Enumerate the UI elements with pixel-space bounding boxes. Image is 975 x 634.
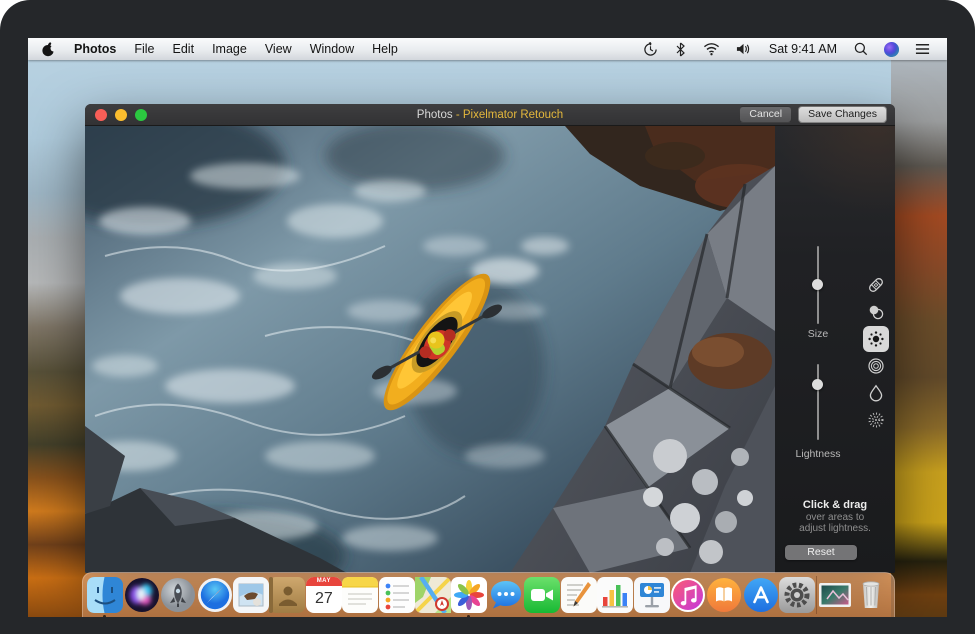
photo-canvas[interactable]	[85, 126, 775, 573]
menu-item-edit[interactable]: Edit	[164, 38, 204, 60]
lightness-slider-track[interactable]	[817, 364, 819, 440]
lightness-label: Lightness	[783, 448, 853, 460]
spotlight-search-icon[interactable]	[847, 38, 875, 60]
finder-running-indicator	[103, 615, 106, 617]
dock-contacts-icon[interactable]	[269, 577, 305, 613]
wallpaper-right	[891, 60, 947, 617]
dock-pages-icon[interactable]	[561, 577, 597, 613]
window-title-extension: - Pixelmator Retouch	[456, 109, 563, 121]
dock-calendar-icon[interactable]: MAY 27	[306, 577, 342, 613]
menu-item-image[interactable]: Image	[203, 38, 256, 60]
dock: MAY 27	[82, 572, 895, 617]
dock-reminders-icon[interactable]	[379, 577, 415, 613]
lightness-slider-thumb[interactable]	[812, 379, 823, 390]
clone-tool-icon[interactable]	[863, 299, 889, 325]
photos-running-indicator	[467, 615, 470, 617]
dock-finder-icon[interactable]	[87, 577, 123, 613]
dock-trash-icon[interactable]	[853, 577, 889, 613]
saturate-tool-icon[interactable]	[863, 380, 889, 406]
menu-item-window[interactable]: Window	[301, 38, 363, 60]
window-title-app: Photos	[417, 109, 453, 121]
retouch-panel: Size Lightness	[775, 126, 895, 573]
menu-bar: Photos File Edit Image View Window Help	[28, 38, 947, 60]
dock-notes-icon[interactable]	[342, 577, 378, 613]
dock-system-preferences-icon[interactable]	[779, 577, 815, 613]
cancel-button[interactable]: Cancel	[739, 106, 792, 124]
menu-item-photos[interactable]: Photos	[65, 38, 125, 60]
lighten-tool-icon[interactable]	[863, 326, 889, 352]
desktop: Photos - Pixelmator Retouch Cancel Save …	[28, 60, 947, 617]
close-window-button[interactable]	[95, 109, 107, 121]
calendar-month-label: MAY	[306, 577, 342, 586]
repair-tool-icon[interactable]	[863, 272, 889, 298]
dock-maps-icon[interactable]	[415, 577, 451, 613]
apple-menu-icon[interactable]	[28, 38, 65, 60]
dock-keynote-icon[interactable]	[634, 577, 670, 613]
dock-app-store-icon[interactable]	[743, 577, 779, 613]
reset-button[interactable]: Reset	[785, 545, 857, 560]
bluetooth-icon[interactable]	[667, 38, 694, 60]
photos-window: Photos - Pixelmator Retouch Cancel Save …	[85, 104, 895, 573]
grain-tool-icon[interactable]	[863, 407, 889, 433]
dock-ibooks-icon[interactable]	[706, 577, 742, 613]
dock-facetime-icon[interactable]	[524, 577, 560, 613]
menu-item-view[interactable]: View	[256, 38, 301, 60]
dock-numbers-icon[interactable]	[597, 577, 633, 613]
size-slider-thumb[interactable]	[812, 279, 823, 290]
hint-line2: adjust lightness.	[775, 523, 895, 535]
window-titlebar[interactable]: Photos - Pixelmator Retouch Cancel Save …	[85, 104, 895, 126]
save-changes-button[interactable]: Save Changes	[798, 106, 887, 124]
dock-itunes-icon[interactable]	[670, 577, 706, 613]
wifi-icon[interactable]	[696, 38, 727, 60]
soften-tool-icon[interactable]	[863, 353, 889, 379]
notification-center-icon[interactable]	[908, 38, 937, 60]
menu-item-help[interactable]: Help	[363, 38, 407, 60]
menu-clock[interactable]: Sat 9:41 AM	[761, 42, 845, 56]
dock-siri-icon[interactable]	[124, 577, 160, 613]
dock-messages-icon[interactable]	[488, 577, 524, 613]
dock-image-file-icon[interactable]	[817, 577, 853, 613]
panel-hint: Click & drag over areas to adjust lightn…	[775, 500, 895, 535]
macbook-mockup: Photos File Edit Image View Window Help	[0, 0, 975, 634]
dock-mail-icon[interactable]	[233, 577, 269, 613]
hint-line1: over areas to	[775, 512, 895, 524]
dock-photos-icon[interactable]	[451, 577, 487, 613]
siri-icon[interactable]	[877, 38, 906, 60]
calendar-day-label: 27	[315, 586, 333, 612]
tool-list	[860, 272, 892, 433]
dock-safari-icon[interactable]	[197, 577, 233, 613]
size-label: Size	[783, 328, 853, 340]
zoom-window-button[interactable]	[135, 109, 147, 121]
hint-title: Click & drag	[775, 500, 895, 512]
minimize-window-button[interactable]	[115, 109, 127, 121]
dock-launchpad-icon[interactable]	[160, 577, 196, 613]
volume-icon[interactable]	[729, 38, 759, 60]
screen: Photos File Edit Image View Window Help	[28, 38, 947, 617]
time-machine-icon[interactable]	[636, 38, 665, 60]
menu-item-file[interactable]: File	[125, 38, 163, 60]
